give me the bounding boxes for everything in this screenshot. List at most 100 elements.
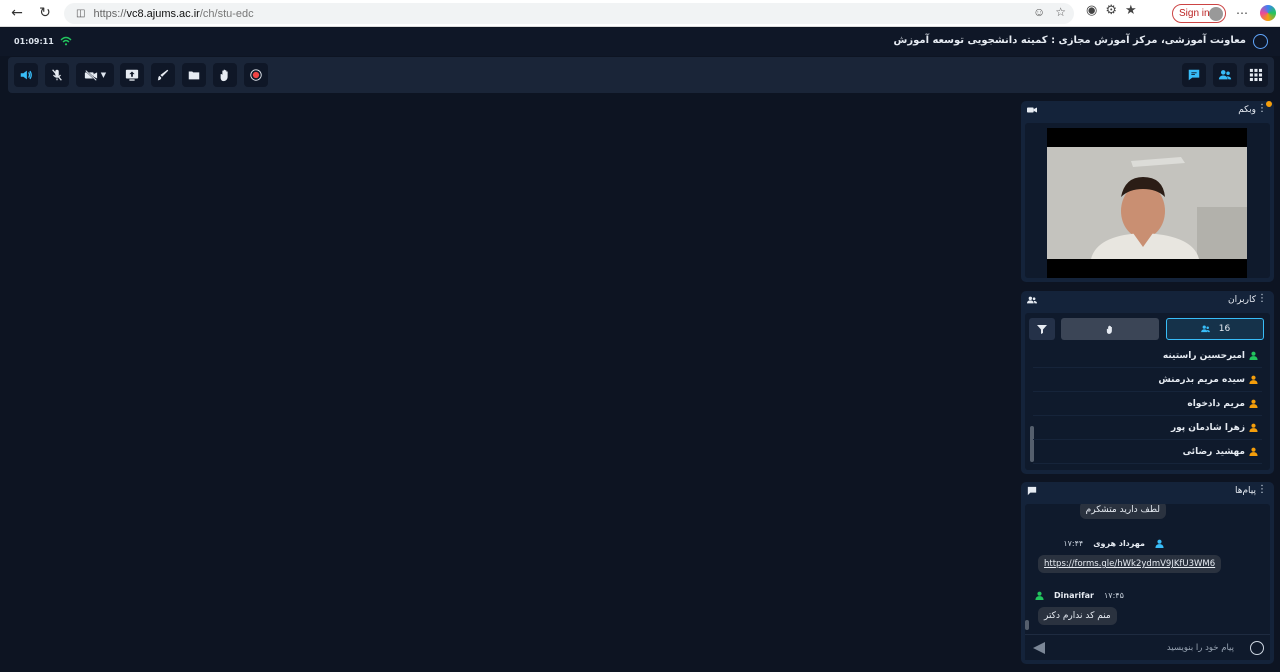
microphone-button[interactable] (45, 63, 69, 87)
microphone-muted-icon (52, 69, 62, 81)
user-name: مریم دادخواه (1187, 398, 1245, 409)
raise-hand-button[interactable] (213, 63, 237, 87)
notification-dot (1266, 101, 1272, 107)
user-list-item[interactable]: مریم دادخواه (1033, 392, 1262, 416)
user-list-item[interactable]: مهشید رضائی (1033, 440, 1262, 464)
webcam-feed-image (1047, 147, 1247, 259)
url-path: /ch/stu-edc (199, 7, 254, 20)
users-panel: ⋮ کاربران 16 امیرحسین راستینه سیده مریم ب… (1021, 291, 1274, 474)
users-toggle-button[interactable] (1213, 63, 1237, 87)
presentation-stage[interactable] (0, 95, 1016, 672)
profile-avatar (1209, 7, 1223, 21)
connection-wifi-icon (60, 36, 72, 49)
speaker-icon (20, 70, 32, 80)
user-name: زهرا شادمان پور (1170, 422, 1245, 433)
lock-icon: ◫ (76, 8, 86, 19)
user-status-icon (1249, 375, 1258, 384)
reader-icon[interactable]: ☺ (1033, 5, 1045, 19)
chat-scroll-thumb[interactable] (1025, 620, 1029, 630)
users-menu-icon[interactable]: ⋮ (1257, 293, 1267, 304)
chat-messages: لطف دارید متشکرم مهرداد هروی ۱۷:۴۴ https… (1025, 504, 1270, 632)
hand-icon (220, 69, 228, 82)
copilot-icon[interactable] (1260, 5, 1276, 21)
sign-in-button[interactable]: Sign in (1172, 4, 1226, 23)
emoji-icon[interactable] (1250, 641, 1264, 655)
screen-share-button[interactable] (120, 63, 144, 87)
address-bar[interactable]: ◫ https://vc8.ajums.ac.ir/ch/stu-edc ☺ ☆ (64, 3, 1074, 24)
user-status-icon (1249, 399, 1258, 408)
browser-toolbar: ← ↻ ◫ https://vc8.ajums.ac.ir/ch/stu-edc… (0, 0, 1280, 27)
chat-author: Dinarifar (1054, 591, 1094, 600)
tab-raised-hands[interactable] (1061, 318, 1159, 340)
extension-icon[interactable]: ◉ (1086, 3, 1097, 18)
message-icon (1027, 486, 1037, 496)
chat-icon (1188, 69, 1200, 81)
user-list-item[interactable]: سیده مریم بذرمنش (1033, 368, 1262, 392)
user-list-item[interactable]: امیرحسین راستینه (1033, 344, 1262, 368)
folder-icon (188, 71, 200, 80)
reload-icon[interactable]: ↻ (34, 2, 56, 24)
chat-author: مهرداد هروی (1093, 539, 1145, 548)
filter-icon (1037, 325, 1047, 334)
user-icon (1155, 539, 1164, 548)
camera-off-icon (84, 69, 97, 81)
chat-message-bubble: منم کد ندارم دکتر (1038, 607, 1117, 625)
chat-time: ۱۷:۴۵ (1104, 591, 1124, 600)
grid-icon (1249, 68, 1263, 82)
chat-message-meta: Dinarifar ۱۷:۴۵ (1035, 591, 1124, 600)
send-icon[interactable] (1033, 642, 1045, 654)
chat-message-meta: مهرداد هروی ۱۷:۴۴ (1063, 539, 1164, 548)
tab-all-users[interactable]: 16 (1166, 318, 1264, 340)
chat-toggle-button[interactable] (1182, 63, 1206, 87)
user-list: امیرحسین راستینه سیده مریم بذرمنش مریم داد… (1033, 344, 1262, 468)
back-icon[interactable]: ← (6, 2, 28, 24)
chat-input-field[interactable]: پیام خود را بنویسید (1167, 643, 1234, 653)
sign-in-label: Sign in (1179, 8, 1210, 19)
users-icon (1218, 70, 1232, 80)
webcam-video[interactable] (1047, 128, 1247, 278)
more-menu-icon[interactable]: ⋯ (1236, 6, 1248, 20)
users-icon (1200, 325, 1210, 333)
chat-link[interactable]: https://forms.gle/hWk2ydmV9JKfU3WM6 (1038, 555, 1222, 573)
url-scheme: https:// (93, 7, 127, 20)
screen-share-icon (125, 69, 139, 81)
conference-toolbar: ▼ (8, 57, 1274, 93)
speaker-button[interactable] (14, 63, 38, 87)
users-panel-title: کاربران (1228, 295, 1256, 305)
filter-button[interactable] (1029, 318, 1055, 340)
hand-icon (1106, 325, 1112, 334)
chat-time: ۱۷:۴۴ (1063, 539, 1084, 548)
extensions-puzzle-icon[interactable]: ⚙ (1105, 3, 1117, 18)
user-status-icon (1249, 447, 1258, 456)
user-count: 16 (1218, 324, 1231, 334)
webcam-panel: ⋮ وبکم (1021, 101, 1274, 282)
users-group-icon (1027, 296, 1037, 304)
favorites-icon[interactable]: ★ (1125, 3, 1137, 18)
chat-input-bar: پیام خود را بنویسید (1025, 634, 1270, 660)
user-list-item[interactable]: زهرا شادمان پور (1033, 416, 1262, 440)
favorite-star-icon[interactable]: ☆ (1055, 5, 1066, 19)
layout-grid-button[interactable] (1244, 63, 1268, 87)
user-profile-icon[interactable] (1253, 34, 1268, 49)
user-icon (1035, 591, 1044, 600)
brush-icon (157, 69, 169, 81)
camera-button[interactable]: ▼ (76, 63, 114, 87)
chevron-down-icon[interactable]: ▼ (101, 71, 106, 79)
whiteboard-button[interactable] (151, 63, 175, 87)
user-name: مهشید رضائی (1182, 446, 1245, 457)
messages-panel: ⋮ پیام‌ها لطف دارید متشکرم مهرداد هروی ۱… (1021, 482, 1274, 664)
messages-panel-title: پیام‌ها (1234, 486, 1256, 496)
room-title: معاونت آموزشی، مرکز آموزش مجازی : کمیته … (893, 35, 1246, 46)
webcam-panel-title: وبکم (1238, 105, 1256, 115)
session-timer: 01:09:11 (14, 37, 54, 46)
record-button[interactable] (244, 63, 268, 87)
files-button[interactable] (182, 63, 206, 87)
record-icon (250, 69, 262, 81)
video-camera-icon (1027, 107, 1037, 113)
user-name: امیرحسین راستینه (1162, 350, 1245, 361)
url-host: vc8.ajums.ac.ir (126, 7, 200, 20)
user-name: سیده مریم بذرمنش (1158, 374, 1245, 385)
messages-menu-icon[interactable]: ⋮ (1257, 484, 1267, 495)
app-header: 01:09:11 معاونت آموزشی، مرکز آموزش مجازی… (0, 28, 1280, 56)
user-status-icon (1249, 351, 1258, 360)
